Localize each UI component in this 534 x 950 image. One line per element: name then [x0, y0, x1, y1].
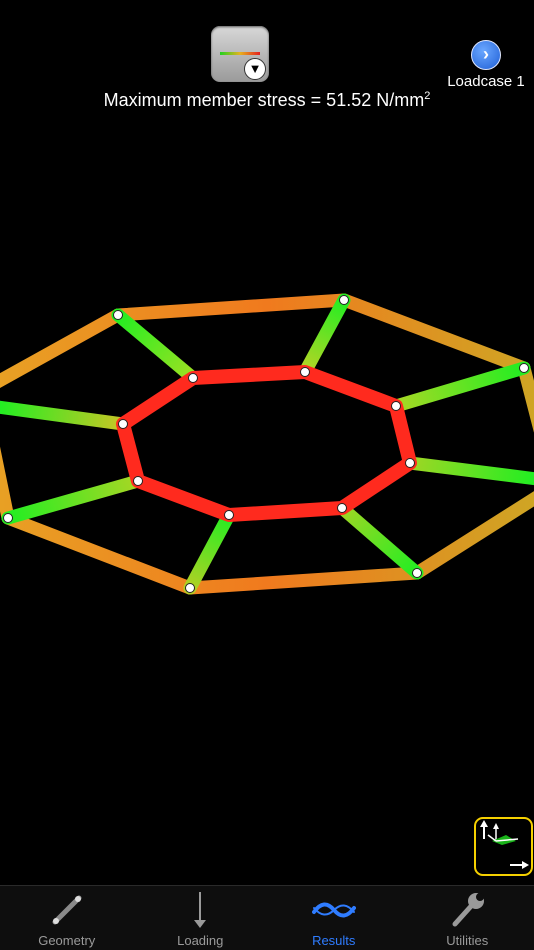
- tab-loading[interactable]: Loading: [134, 886, 268, 950]
- outer-member: [1, 511, 197, 595]
- geometry-icon: [52, 895, 82, 925]
- outer-member: [111, 293, 351, 322]
- spoke-member: [1, 474, 145, 525]
- node[interactable]: [118, 419, 128, 429]
- outer-member: [410, 491, 534, 580]
- outer-member: [0, 446, 15, 525]
- truss-model-view[interactable]: [0, 0, 534, 950]
- tab-loading-label: Loading: [177, 933, 224, 948]
- axes-icon: [480, 820, 529, 869]
- spoke-member: [0, 400, 130, 431]
- tab-geometry[interactable]: Geometry: [0, 886, 134, 950]
- spoke-member: [389, 361, 531, 413]
- spoke-member: [298, 293, 351, 379]
- inner-ring-members: [116, 365, 417, 522]
- tab-results[interactable]: Results: [267, 886, 401, 950]
- wrench-icon: [452, 893, 485, 927]
- outer-member: [517, 361, 534, 433]
- tab-geometry-label: Geometry: [38, 933, 96, 948]
- results-wave-icon: [311, 902, 356, 918]
- tab-utilities[interactable]: Utilities: [401, 886, 534, 950]
- node[interactable]: [113, 310, 123, 320]
- outer-ring-members: [0, 293, 534, 595]
- outer-member: [183, 566, 424, 595]
- spoke-member: [111, 308, 200, 385]
- spoke-member: [183, 508, 236, 595]
- node[interactable]: [224, 510, 234, 520]
- node[interactable]: [405, 458, 415, 468]
- spoke-member: [403, 456, 534, 486]
- node[interactable]: [133, 476, 143, 486]
- spoke-member: [335, 501, 424, 580]
- node[interactable]: [3, 513, 13, 523]
- tab-utilities-label: Utilities: [446, 933, 489, 948]
- tab-results-label: Results: [312, 933, 356, 948]
- node[interactable]: [391, 401, 401, 411]
- node[interactable]: [339, 295, 349, 305]
- node[interactable]: [300, 367, 310, 377]
- node[interactable]: [185, 583, 195, 593]
- node[interactable]: [412, 568, 422, 578]
- loading-arrow-icon: [194, 892, 207, 928]
- outer-member: [337, 293, 531, 375]
- node[interactable]: [337, 503, 347, 513]
- node[interactable]: [188, 373, 198, 383]
- outer-member: [0, 308, 125, 388]
- tab-bar: Geometry Loading Results Utilities: [0, 885, 534, 950]
- view-axes-button[interactable]: [474, 817, 533, 876]
- node[interactable]: [519, 363, 529, 373]
